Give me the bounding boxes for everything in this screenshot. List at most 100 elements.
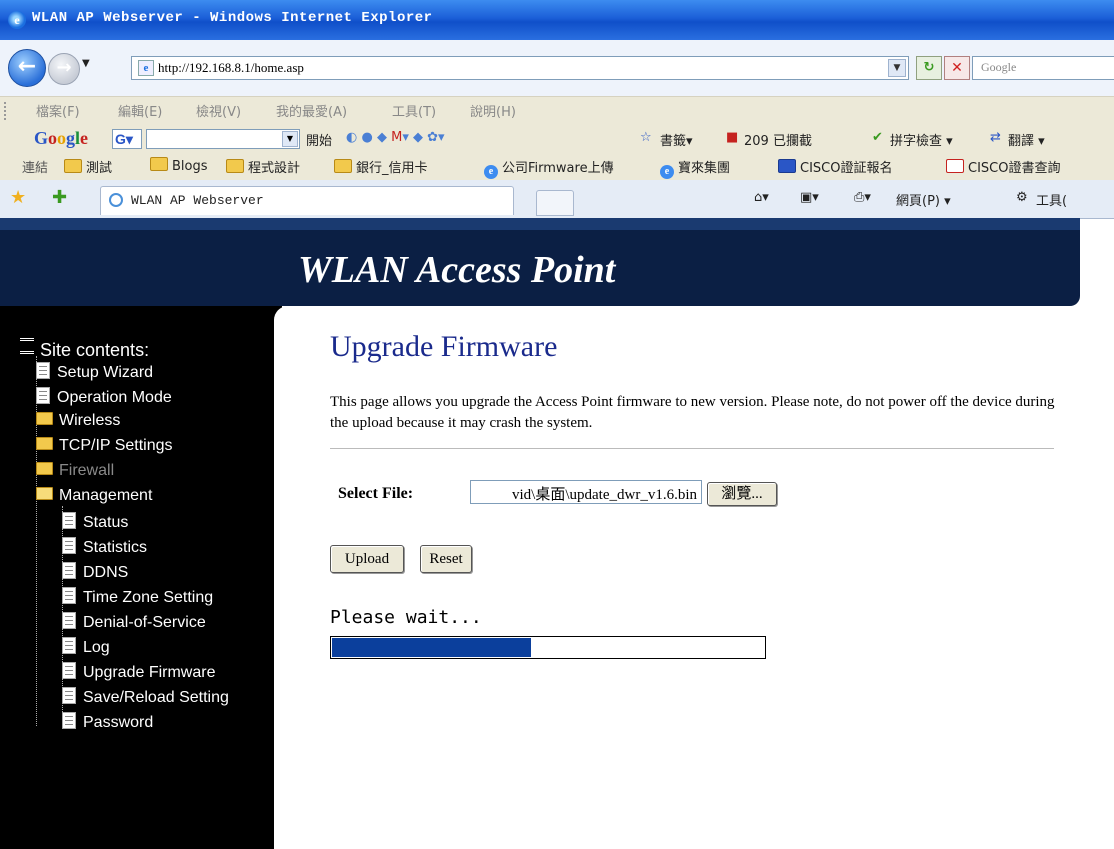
sidebar-header: Site contents: [20, 338, 149, 361]
bookmark-star-icon[interactable]: ☆ [640, 130, 652, 145]
google-go-button[interactable]: 開始 [306, 130, 332, 149]
upload-progress-bar [330, 636, 766, 659]
google-logo: Google [34, 128, 89, 148]
sidebar-item-password[interactable]: Password [62, 712, 153, 732]
popup-blocked-count[interactable]: 209 已攔截 [744, 130, 812, 149]
page-menu[interactable]: 網頁(P) ▾ [896, 190, 951, 209]
page-icon [36, 362, 50, 379]
menu-file[interactable]: 檔案(F) [36, 101, 80, 120]
sidebar-item-status[interactable]: Status [62, 512, 128, 532]
upload-progress-fill [332, 638, 531, 657]
loading-icon [109, 193, 123, 207]
upload-button[interactable]: Upload [330, 545, 404, 573]
search-input[interactable]: Google [972, 56, 1114, 80]
sidebar-item-wireless[interactable]: Wireless [36, 412, 120, 430]
menu-icon [20, 338, 34, 354]
sidebar-item-ddns[interactable]: DDNS [62, 562, 128, 582]
popup-blocker-icon: ■ [726, 130, 739, 145]
folder-icon [334, 159, 352, 173]
search-placeholder: Google [981, 60, 1017, 74]
file-path-input[interactable]: vid\桌面\update_dwr_v1.6.bin [470, 480, 702, 504]
page-icon [62, 662, 76, 679]
select-file-label: Select File: [338, 485, 414, 502]
translate-icon: ⇄ [990, 130, 1001, 145]
sidebar-item-upgrade-firmware[interactable]: Upgrade Firmware [62, 662, 215, 682]
link-firmware-upload[interactable]: e 公司Firmware上傳 [484, 157, 614, 179]
address-bar[interactable]: e http://192.168.8.1/home.asp ▼ [131, 56, 909, 80]
page-icon [62, 512, 76, 529]
open-folder-icon [36, 487, 53, 500]
link-cisco-register[interactable]: CISCO證証報名 [778, 157, 892, 176]
sidebar-item-dos[interactable]: Denial-of-Service [62, 612, 206, 632]
refresh-button[interactable]: ↻ [916, 56, 942, 80]
spellcheck-button[interactable]: 拼字檢查 ▾ [890, 130, 953, 149]
stop-button[interactable]: ✕ [944, 56, 970, 80]
menu-favorites[interactable]: 我的最愛(A) [276, 101, 347, 120]
translate-button[interactable]: 翻譯 ▾ [1008, 130, 1045, 149]
google-search-dropdown-icon[interactable]: ▼ [282, 131, 298, 147]
folder-icon [150, 157, 168, 171]
page-icon [36, 387, 50, 404]
add-favorites-icon[interactable]: ✚ [52, 187, 67, 208]
wait-message: Please wait... [330, 607, 482, 628]
back-button[interactable]: ← [8, 49, 46, 87]
menu-edit[interactable]: 編輯(E) [118, 101, 162, 120]
folder-icon [64, 159, 82, 173]
forward-button[interactable]: → [48, 53, 80, 85]
sidebar-item-setup-wizard[interactable]: Setup Wizard [36, 362, 153, 382]
history-dropdown-icon[interactable]: ▼ [82, 58, 90, 69]
home-icon[interactable]: ⌂▾ [754, 190, 769, 205]
bookmarks-button[interactable]: 書籤▾ [660, 130, 693, 149]
tab-wlan-ap-webserver[interactable]: WLAN AP Webserver [100, 186, 514, 215]
address-input[interactable]: http://192.168.8.1/home.asp [158, 60, 304, 76]
sidebar-item-management[interactable]: Management [36, 487, 152, 505]
link-folder-test[interactable]: 測試 [64, 157, 112, 176]
links-label: 連結 [22, 161, 49, 176]
sidebar-item-tcpip[interactable]: TCP/IP Settings [36, 437, 173, 455]
link-folder-blogs[interactable]: Blogs [150, 157, 208, 174]
sidebar-item-operation-mode[interactable]: Operation Mode [36, 387, 172, 407]
google-menu-button[interactable]: G▾ [112, 129, 142, 149]
folder-icon [36, 462, 53, 475]
menu-help[interactable]: 說明(H) [470, 101, 516, 120]
page-title: Upgrade Firmware [330, 330, 558, 363]
google-tools-icons[interactable]: ◐ ● ◆ M▾ ◆ ✿▾ [346, 130, 445, 145]
page-icon [62, 537, 76, 554]
cisco-icon [946, 159, 964, 173]
content-panel [274, 306, 1114, 849]
page-icon [62, 687, 76, 704]
feeds-icon[interactable]: ▣▾ [800, 190, 819, 205]
ie-page-icon: e [484, 165, 498, 179]
page-icon: e [138, 60, 154, 76]
link-cisco-cert[interactable]: CISCO證書查詢 [946, 157, 1060, 176]
banner-title: WLAN Access Point [298, 249, 616, 291]
page-description: This page allows you upgrade the Access … [330, 394, 1055, 431]
sidebar-item-log[interactable]: Log [62, 637, 110, 657]
link-folder-programming[interactable]: 程式設計 [226, 157, 300, 176]
sidebar-item-statistics[interactable]: Statistics [62, 537, 147, 557]
menu-view[interactable]: 檢視(V) [196, 101, 241, 120]
divider [330, 448, 1054, 449]
browse-button[interactable]: 瀏覽... [707, 482, 777, 506]
page-icon [62, 562, 76, 579]
favorites-star-icon[interactable]: ★ [10, 187, 26, 208]
sidebar-item-firewall[interactable]: Firewall [36, 462, 114, 480]
page-icon [62, 587, 76, 604]
sidebar-item-time-zone[interactable]: Time Zone Setting [62, 587, 213, 607]
folder-icon [226, 159, 244, 173]
ie-logo-icon: e [8, 11, 26, 29]
cisco-icon [778, 159, 796, 173]
new-tab-button[interactable] [536, 190, 574, 216]
link-polaris[interactable]: e 寶來集團 [660, 157, 730, 179]
menu-tools[interactable]: 工具(T) [392, 101, 436, 120]
sidebar-item-save-reload[interactable]: Save/Reload Setting [62, 687, 229, 707]
address-dropdown-icon[interactable]: ▼ [888, 59, 906, 77]
tools-menu[interactable]: 工具( [1036, 190, 1067, 209]
google-search-input[interactable]: ▼ [146, 129, 300, 149]
toolbar-grip[interactable] [4, 102, 9, 120]
print-icon[interactable]: ⎙▾ [854, 190, 871, 205]
reset-button[interactable]: Reset [420, 545, 472, 573]
page-icon [62, 712, 76, 729]
menu-bar [0, 96, 1114, 125]
link-folder-bank[interactable]: 銀行_信用卡 [334, 157, 428, 176]
